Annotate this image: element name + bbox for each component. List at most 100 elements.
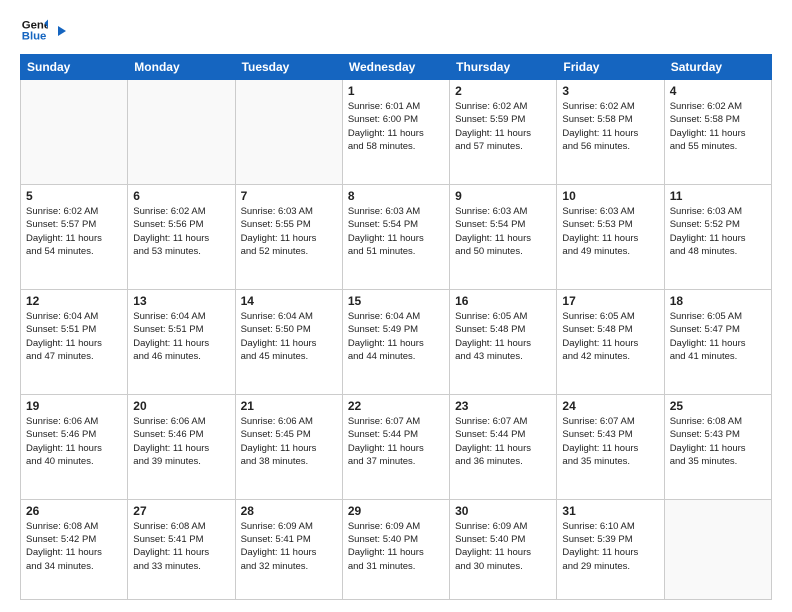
header-saturday: Saturday (664, 55, 771, 80)
day-number: 18 (670, 294, 766, 308)
day-info: Sunrise: 6:06 AMSunset: 5:46 PMDaylight:… (26, 415, 122, 468)
day-number: 24 (562, 399, 658, 413)
day-info: Sunrise: 6:05 AMSunset: 5:48 PMDaylight:… (455, 310, 551, 363)
day-info: Sunrise: 6:04 AMSunset: 5:50 PMDaylight:… (241, 310, 337, 363)
calendar-cell: 27 Sunrise: 6:08 AMSunset: 5:41 PMDayligh… (128, 499, 235, 599)
calendar-cell: 10Sunrise: 6:03 AMSunset: 5:53 PMDayligh… (557, 184, 664, 289)
day-info: Sunrise: 6:05 AMSunset: 5:48 PMDaylight:… (562, 310, 658, 363)
day-number: 23 (455, 399, 551, 413)
calendar-cell: 22Sunrise: 6:07 AMSunset: 5:44 PMDayligh… (342, 394, 449, 499)
calendar-table: SundayMondayTuesdayWednesdayThursdayFrid… (20, 54, 772, 600)
calendar-cell: 23Sunrise: 6:07 AMSunset: 5:44 PMDayligh… (450, 394, 557, 499)
day-info: Sunrise: 6:03 AMSunset: 5:53 PMDaylight:… (562, 205, 658, 258)
logo-line1 (54, 20, 66, 40)
day-number: 28 (241, 504, 337, 518)
calendar-cell: 15Sunrise: 6:04 AMSunset: 5:49 PMDayligh… (342, 289, 449, 394)
day-number: 21 (241, 399, 337, 413)
day-info: Sunrise: 6:02 AMSunset: 5:57 PMDaylight:… (26, 205, 122, 258)
calendar-week-1: 1 Sunrise: 6:01 AMSunset: 6:00 PMDaylight… (21, 80, 772, 185)
day-number: 6 (133, 189, 229, 203)
header-friday: Friday (557, 55, 664, 80)
header: General Blue (20, 16, 772, 44)
day-info: Sunrise: 6:04 AMSunset: 5:51 PMDaylight:… (26, 310, 122, 363)
calendar-cell: 17 Sunrise: 6:05 AMSunset: 5:48 PMDayligh… (557, 289, 664, 394)
day-number: 30 (455, 504, 551, 518)
calendar-cell: 4 Sunrise: 6:02 AMSunset: 5:58 PMDaylight… (664, 80, 771, 185)
calendar-header-row: SundayMondayTuesdayWednesdayThursdayFrid… (21, 55, 772, 80)
svg-text:General: General (22, 19, 48, 31)
day-number: 29 (348, 504, 444, 518)
day-number: 19 (26, 399, 122, 413)
calendar-cell: 8 Sunrise: 6:03 AMSunset: 5:54 PMDaylight… (342, 184, 449, 289)
day-info: Sunrise: 6:05 AMSunset: 5:47 PMDaylight:… (670, 310, 766, 363)
calendar-cell: 31Sunrise: 6:10 AMSunset: 5:39 PMDayligh… (557, 499, 664, 599)
day-info: Sunrise: 6:09 AMSunset: 5:40 PMDaylight:… (455, 520, 551, 573)
day-number: 17 (562, 294, 658, 308)
day-info: Sunrise: 6:04 AMSunset: 5:51 PMDaylight:… (133, 310, 229, 363)
logo-text-block (54, 20, 66, 40)
calendar-cell: 14 Sunrise: 6:04 AMSunset: 5:50 PMDayligh… (235, 289, 342, 394)
calendar-cell: 2 Sunrise: 6:02 AMSunset: 5:59 PMDaylight… (450, 80, 557, 185)
calendar-cell: 16 Sunrise: 6:05 AMSunset: 5:48 PMDayligh… (450, 289, 557, 394)
calendar-cell: 18 Sunrise: 6:05 AMSunset: 5:47 PMDayligh… (664, 289, 771, 394)
day-info: Sunrise: 6:08 AMSunset: 5:41 PMDaylight:… (133, 520, 229, 573)
calendar-cell: 19 Sunrise: 6:06 AMSunset: 5:46 PMDayligh… (21, 394, 128, 499)
day-number: 9 (455, 189, 551, 203)
day-number: 5 (26, 189, 122, 203)
day-info: Sunrise: 6:03 AMSunset: 5:54 PMDaylight:… (455, 205, 551, 258)
calendar-cell: 11Sunrise: 6:03 AMSunset: 5:52 PMDayligh… (664, 184, 771, 289)
logo-icon: General Blue (20, 16, 48, 44)
day-info: Sunrise: 6:04 AMSunset: 5:49 PMDaylight:… (348, 310, 444, 363)
day-number: 25 (670, 399, 766, 413)
calendar-cell: 3 Sunrise: 6:02 AMSunset: 5:58 PMDaylight… (557, 80, 664, 185)
calendar-cell: 28 Sunrise: 6:09 AMSunset: 5:41 PMDayligh… (235, 499, 342, 599)
day-info: Sunrise: 6:02 AMSunset: 5:58 PMDaylight:… (562, 100, 658, 153)
day-info: Sunrise: 6:07 AMSunset: 5:43 PMDaylight:… (562, 415, 658, 468)
day-info: Sunrise: 6:07 AMSunset: 5:44 PMDaylight:… (348, 415, 444, 468)
svg-text:Blue: Blue (22, 31, 47, 43)
day-number: 14 (241, 294, 337, 308)
calendar-cell: 1 Sunrise: 6:01 AMSunset: 6:00 PMDaylight… (342, 80, 449, 185)
calendar-week-2: 5 Sunrise: 6:02 AMSunset: 5:57 PMDaylight… (21, 184, 772, 289)
calendar-cell: 9 Sunrise: 6:03 AMSunset: 5:54 PMDaylight… (450, 184, 557, 289)
calendar-cell: 24 Sunrise: 6:07 AMSunset: 5:43 PMDayligh… (557, 394, 664, 499)
calendar-cell: 26Sunrise: 6:08 AMSunset: 5:42 PMDayligh… (21, 499, 128, 599)
calendar-week-5: 26Sunrise: 6:08 AMSunset: 5:42 PMDayligh… (21, 499, 772, 599)
logo: General Blue (20, 16, 66, 44)
day-info: Sunrise: 6:03 AMSunset: 5:54 PMDaylight:… (348, 205, 444, 258)
day-info: Sunrise: 6:08 AMSunset: 5:43 PMDaylight:… (670, 415, 766, 468)
day-number: 2 (455, 84, 551, 98)
calendar-cell (235, 80, 342, 185)
calendar-cell: 29Sunrise: 6:09 AMSunset: 5:40 PMDayligh… (342, 499, 449, 599)
day-number: 27 (133, 504, 229, 518)
day-info: Sunrise: 6:06 AMSunset: 5:45 PMDaylight:… (241, 415, 337, 468)
calendar-cell: 12 Sunrise: 6:04 AMSunset: 5:51 PMDayligh… (21, 289, 128, 394)
calendar-cell: 7Sunrise: 6:03 AMSunset: 5:55 PMDaylight… (235, 184, 342, 289)
header-sunday: Sunday (21, 55, 128, 80)
calendar-cell: 13Sunrise: 6:04 AMSunset: 5:51 PMDayligh… (128, 289, 235, 394)
day-number: 16 (455, 294, 551, 308)
day-number: 4 (670, 84, 766, 98)
calendar-cell: 6Sunrise: 6:02 AMSunset: 5:56 PMDaylight… (128, 184, 235, 289)
day-info: Sunrise: 6:02 AMSunset: 5:59 PMDaylight:… (455, 100, 551, 153)
calendar-cell (128, 80, 235, 185)
day-info: Sunrise: 6:02 AMSunset: 5:58 PMDaylight:… (670, 100, 766, 153)
calendar-cell: 30 Sunrise: 6:09 AMSunset: 5:40 PMDayligh… (450, 499, 557, 599)
calendar-week-4: 19 Sunrise: 6:06 AMSunset: 5:46 PMDayligh… (21, 394, 772, 499)
day-info: Sunrise: 6:08 AMSunset: 5:42 PMDaylight:… (26, 520, 122, 573)
page: General Blue SundayMondayTuesdayWednesda… (0, 0, 792, 612)
day-number: 8 (348, 189, 444, 203)
calendar-cell: 25 Sunrise: 6:08 AMSunset: 5:43 PMDayligh… (664, 394, 771, 499)
day-number: 12 (26, 294, 122, 308)
day-number: 20 (133, 399, 229, 413)
day-number: 31 (562, 504, 658, 518)
day-number: 3 (562, 84, 658, 98)
day-info: Sunrise: 6:09 AMSunset: 5:41 PMDaylight:… (241, 520, 337, 573)
calendar-cell: 20 Sunrise: 6:06 AMSunset: 5:46 PMDayligh… (128, 394, 235, 499)
calendar-cell (664, 499, 771, 599)
calendar-cell (21, 80, 128, 185)
day-number: 1 (348, 84, 444, 98)
day-info: Sunrise: 6:06 AMSunset: 5:46 PMDaylight:… (133, 415, 229, 468)
header-tuesday: Tuesday (235, 55, 342, 80)
day-info: Sunrise: 6:01 AMSunset: 6:00 PMDaylight:… (348, 100, 444, 153)
